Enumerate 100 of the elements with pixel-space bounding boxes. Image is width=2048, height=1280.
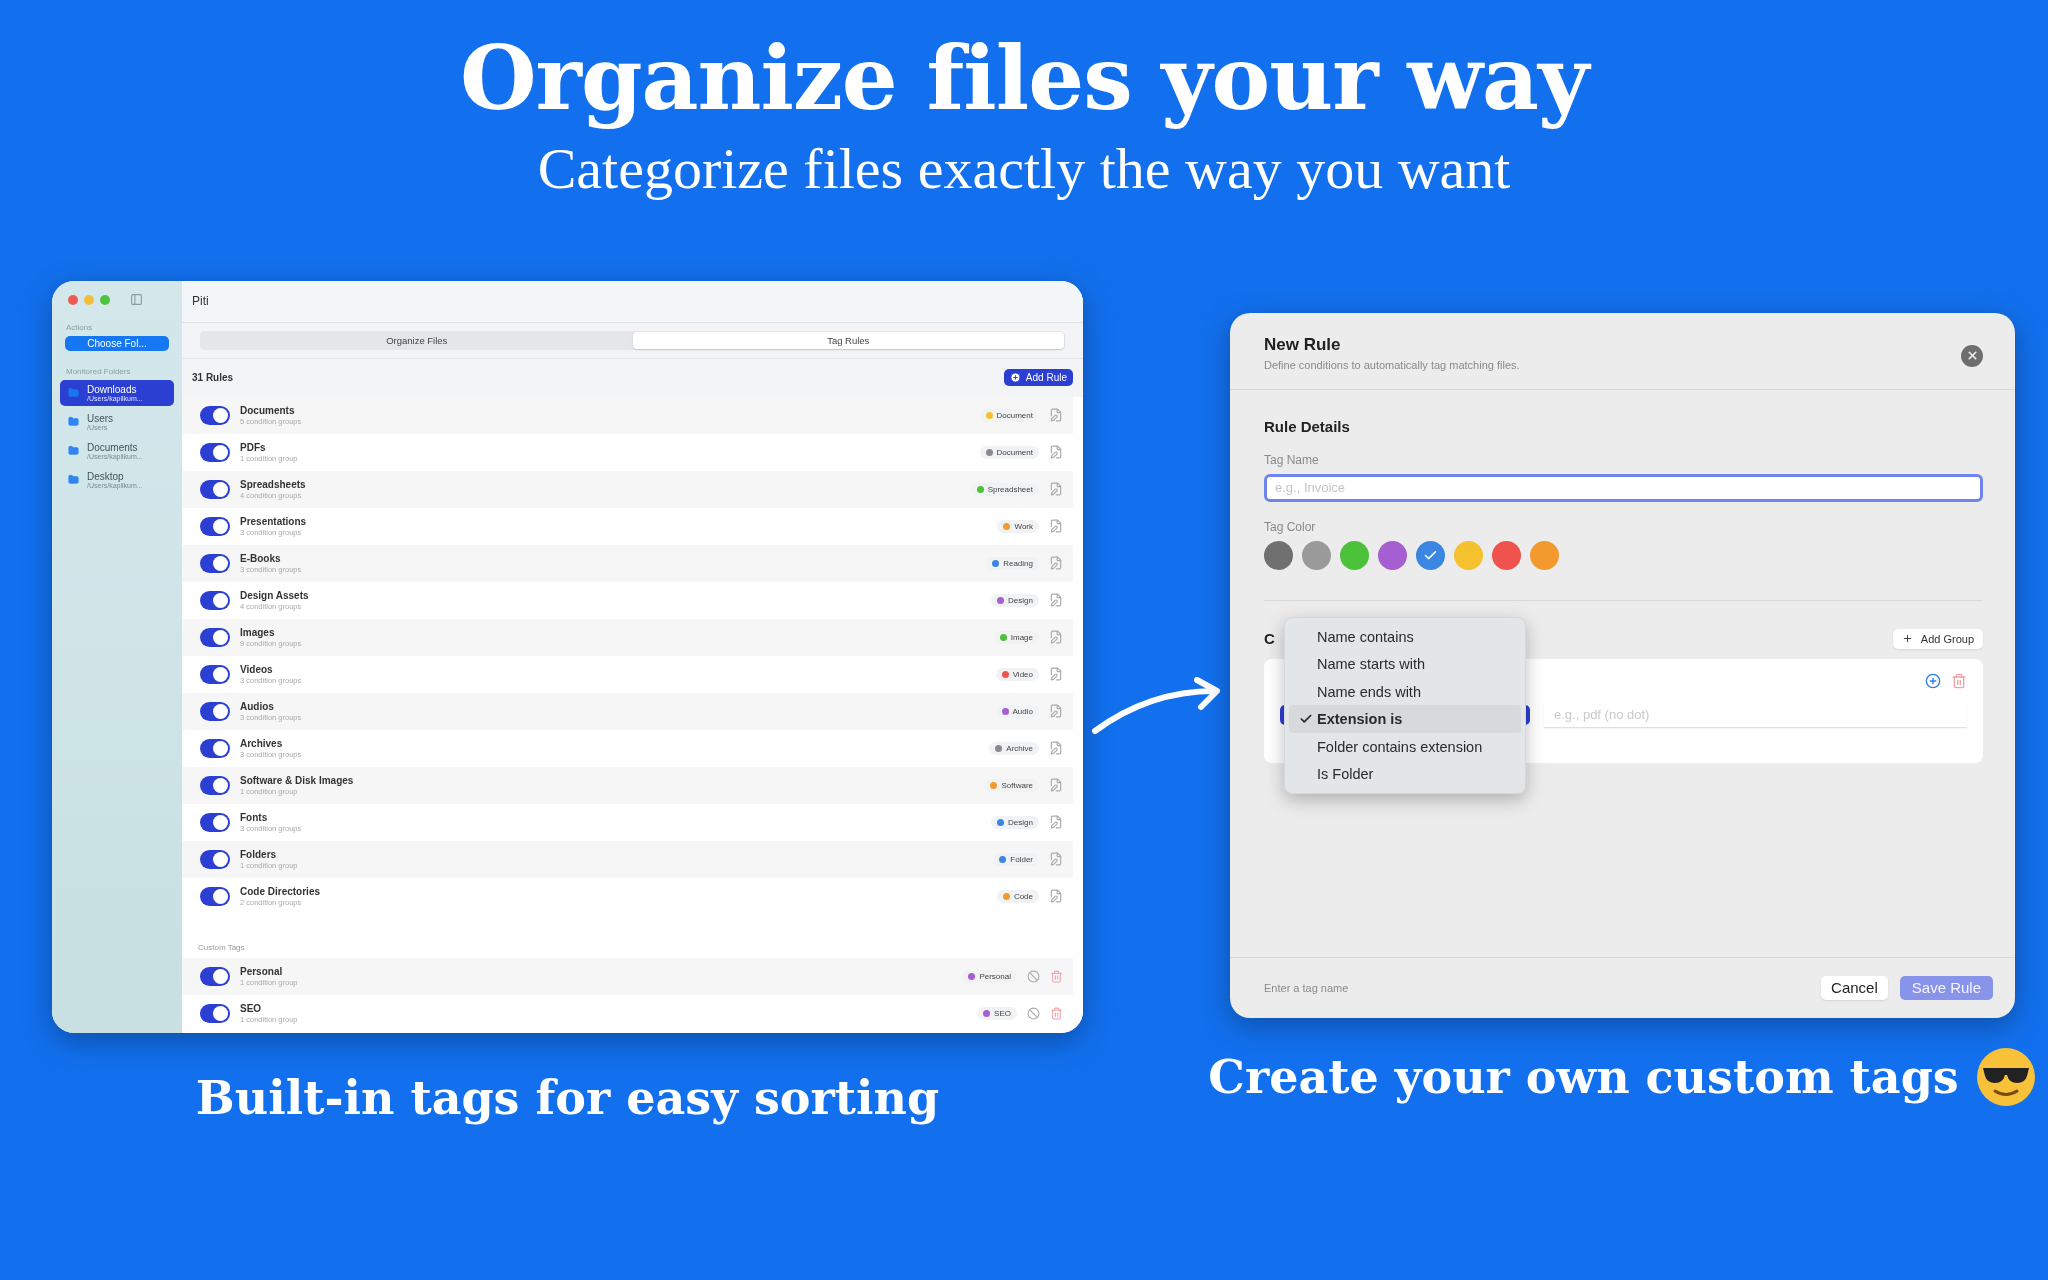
rule-name: Folders xyxy=(240,849,278,860)
tag-pill: Document xyxy=(979,409,1039,422)
toggle-switch[interactable] xyxy=(200,967,230,986)
hero-subtitle: Categorize files exactly the way you want xyxy=(537,137,1511,201)
section-title: Rule Details xyxy=(1264,418,1351,435)
edit-file-icon[interactable] xyxy=(1049,667,1063,682)
edit-file-icon[interactable] xyxy=(1049,741,1063,756)
color-swatch[interactable] xyxy=(1530,541,1559,570)
footer-hint: Enter a tag name xyxy=(1264,982,1349,994)
color-swatch[interactable] xyxy=(1416,541,1445,570)
tag-pill: Document xyxy=(979,446,1039,459)
edit-file-icon[interactable] xyxy=(1049,408,1063,423)
close-button[interactable] xyxy=(1961,345,1983,367)
section-title: C xyxy=(1264,630,1275,648)
menu-item[interactable]: Folder contains extension xyxy=(1289,733,1521,761)
toggle-switch[interactable] xyxy=(200,702,230,721)
edit-file-icon[interactable] xyxy=(1049,889,1063,904)
color-swatch[interactable] xyxy=(1378,541,1407,570)
rule-name: Archives xyxy=(240,738,284,749)
disable-icon[interactable] xyxy=(1027,1007,1040,1020)
rule-name: Presentations xyxy=(240,516,308,527)
add-condition-icon[interactable] xyxy=(1925,673,1941,689)
rule-name: Code Directories xyxy=(240,886,322,897)
folder-icon xyxy=(68,445,79,457)
color-swatch[interactable] xyxy=(1340,541,1369,570)
edit-file-icon[interactable] xyxy=(1049,593,1063,608)
edit-file-icon[interactable] xyxy=(1049,445,1063,460)
tag-name-field[interactable]: e.g., Invoice xyxy=(1264,474,1983,502)
zoom-window-icon[interactable] xyxy=(100,295,110,305)
field-label: Tag Name xyxy=(1264,453,1320,467)
toggle-switch[interactable] xyxy=(200,850,230,869)
toggle-switch[interactable] xyxy=(200,665,230,684)
menu-item[interactable]: Name ends with xyxy=(1289,678,1521,706)
minimize-window-icon[interactable] xyxy=(84,295,94,305)
edit-file-icon[interactable] xyxy=(1049,519,1063,534)
toggle-switch[interactable] xyxy=(200,628,230,647)
rule-name: Images xyxy=(240,627,276,638)
dialog-title: New Rule xyxy=(1264,335,1342,355)
sidebar-toggle-icon[interactable] xyxy=(130,293,143,307)
tag-pill: Spreadsheet xyxy=(970,483,1039,496)
trash-icon[interactable] xyxy=(1050,970,1063,983)
tag-pill: Reading xyxy=(986,557,1039,570)
trash-icon[interactable] xyxy=(1951,673,1967,689)
folder-name: Downloads xyxy=(87,384,138,395)
folder-icon xyxy=(68,387,79,399)
section-label: Monitored Folders xyxy=(66,367,132,376)
choose-folder-button[interactable]: Choose Fol... xyxy=(65,336,169,351)
folder-icon xyxy=(68,474,79,486)
disable-icon[interactable] xyxy=(1027,970,1040,983)
add-rule-button[interactable]: Add Rule xyxy=(1003,369,1073,387)
trash-icon[interactable] xyxy=(1050,1007,1063,1020)
menu-item[interactable]: Name starts with xyxy=(1289,650,1521,678)
section-label: Actions xyxy=(66,323,94,332)
rule-name: Software & Disk Images xyxy=(240,775,355,786)
folder-name: Documents xyxy=(87,442,139,453)
toggle-switch[interactable] xyxy=(200,480,230,499)
rule-name: Personal xyxy=(240,966,284,977)
tag-pill: Image xyxy=(993,631,1039,644)
tag-pill: Video xyxy=(995,668,1039,681)
edit-file-icon[interactable] xyxy=(1049,778,1063,793)
color-swatch[interactable] xyxy=(1264,541,1293,570)
toggle-switch[interactable] xyxy=(200,443,230,462)
toggle-switch[interactable] xyxy=(200,813,230,832)
edit-file-icon[interactable] xyxy=(1049,704,1063,719)
toggle-switch[interactable] xyxy=(200,776,230,795)
rule-name: Videos xyxy=(240,664,274,675)
edit-file-icon[interactable] xyxy=(1049,852,1063,867)
add-group-button[interactable]: Add Group xyxy=(1892,629,1983,649)
menu-item[interactable]: Extension is xyxy=(1289,705,1521,733)
tag-pill: Archive xyxy=(989,742,1039,755)
toggle-switch[interactable] xyxy=(200,406,230,425)
edit-file-icon[interactable] xyxy=(1049,556,1063,571)
sunglasses-face-icon xyxy=(1974,1046,2037,1108)
toggle-switch[interactable] xyxy=(200,1004,230,1023)
tag-pill: Design xyxy=(991,594,1039,607)
tag-pill: Design xyxy=(991,816,1039,829)
color-swatch[interactable] xyxy=(1454,541,1483,570)
tag-pill: Code xyxy=(996,890,1039,903)
toggle-switch[interactable] xyxy=(200,739,230,758)
toggle-switch[interactable] xyxy=(200,591,230,610)
close-icon xyxy=(1965,349,1979,363)
menu-item[interactable]: Name contains xyxy=(1289,623,1521,651)
toggle-switch[interactable] xyxy=(200,517,230,536)
toggle-switch[interactable] xyxy=(200,887,230,906)
plus-icon xyxy=(1901,633,1913,645)
edit-file-icon[interactable] xyxy=(1049,482,1063,497)
color-swatch[interactable] xyxy=(1302,541,1331,570)
color-swatch[interactable] xyxy=(1492,541,1521,570)
toggle-switch[interactable] xyxy=(200,554,230,573)
cancel-button[interactable]: Cancel xyxy=(1821,976,1888,1000)
folder-name: Users xyxy=(87,413,114,424)
edit-file-icon[interactable] xyxy=(1049,815,1063,830)
window-title: Piti xyxy=(192,294,209,309)
close-window-icon[interactable] xyxy=(68,295,78,305)
menu-item[interactable]: Is Folder xyxy=(1289,760,1521,788)
edit-file-icon[interactable] xyxy=(1049,630,1063,645)
caption: Create your own custom tags xyxy=(1208,1050,1959,1104)
tab[interactable]: Organize Files xyxy=(201,332,633,349)
tab[interactable]: Tag Rules xyxy=(632,332,1064,349)
folder-name: Desktop xyxy=(87,471,125,482)
